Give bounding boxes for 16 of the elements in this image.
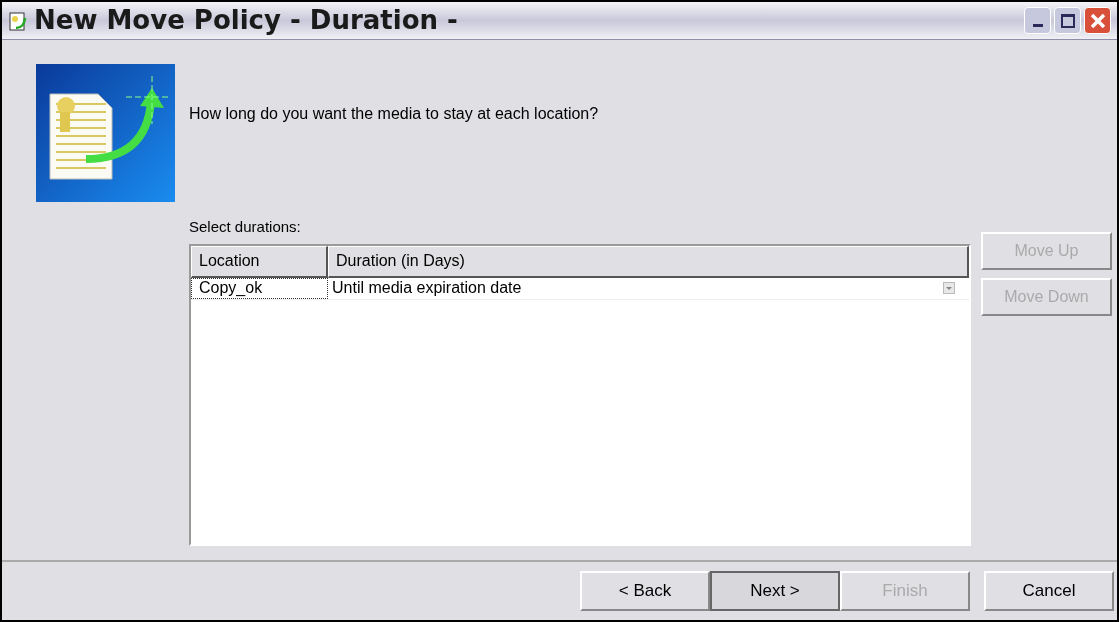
close-icon	[1089, 12, 1106, 29]
table-cell[interactable]: Copy_ok	[191, 277, 328, 299]
minimize-icon	[1032, 24, 1043, 27]
wizard-button[interactable]: Cancel	[984, 571, 1114, 611]
minimize-button[interactable]	[1024, 7, 1051, 34]
wizard-button[interactable]: < Back	[580, 571, 710, 611]
duration-dropdown[interactable]: Until media expiration date	[328, 277, 969, 299]
table-label: Select durations:	[189, 217, 302, 237]
close-button[interactable]	[1084, 7, 1111, 34]
maximize-button[interactable]	[1054, 7, 1081, 34]
window-title: New Move Policy - Duration -	[34, 4, 458, 37]
prompt-text: How long do you want the media to stay at each location?	[189, 104, 599, 124]
maximize-icon	[1060, 13, 1075, 28]
wizard-button[interactable]: Next >	[710, 571, 840, 611]
column-header[interactable]: Duration (in Days)	[328, 245, 969, 278]
column-header[interactable]: Location	[191, 245, 328, 278]
